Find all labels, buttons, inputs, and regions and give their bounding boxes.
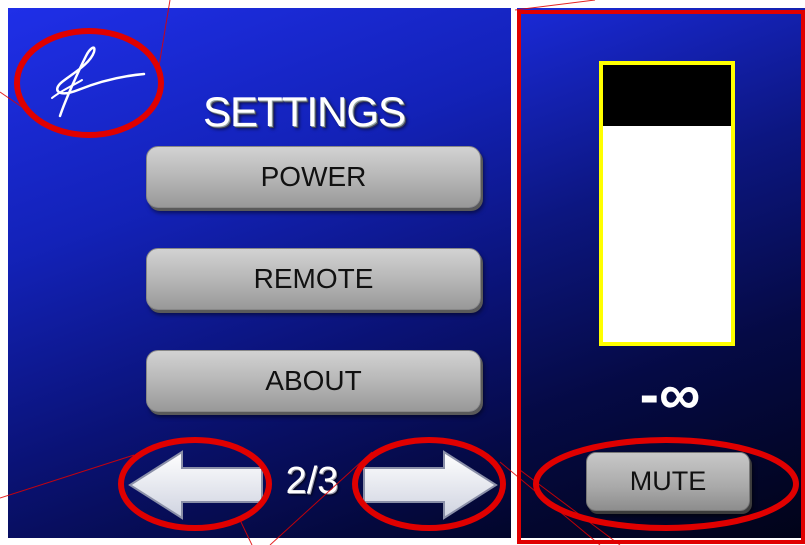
power-button-label: POWER: [260, 161, 367, 192]
page-indicator: 2/3: [285, 460, 339, 502]
volume-level-text: -∞: [639, 362, 701, 427]
mute-button[interactable]: MUTE: [586, 452, 750, 511]
power-button[interactable]: POWER: [146, 146, 481, 208]
mute-button-label: MUTE: [629, 466, 707, 496]
signature-logo-icon: [51, 46, 146, 118]
page-title: SETTINGS: [203, 88, 406, 135]
remote-button[interactable]: REMOTE: [146, 248, 481, 310]
about-button[interactable]: ABOUT: [146, 350, 481, 412]
volume-meter-fill: [603, 65, 731, 126]
arrow-right-icon[interactable]: [360, 448, 502, 522]
remote-button-label: REMOTE: [253, 263, 374, 294]
volume-meter[interactable]: [599, 61, 735, 346]
about-button-label: ABOUT: [265, 365, 362, 396]
arrow-left-icon[interactable]: [124, 448, 266, 522]
